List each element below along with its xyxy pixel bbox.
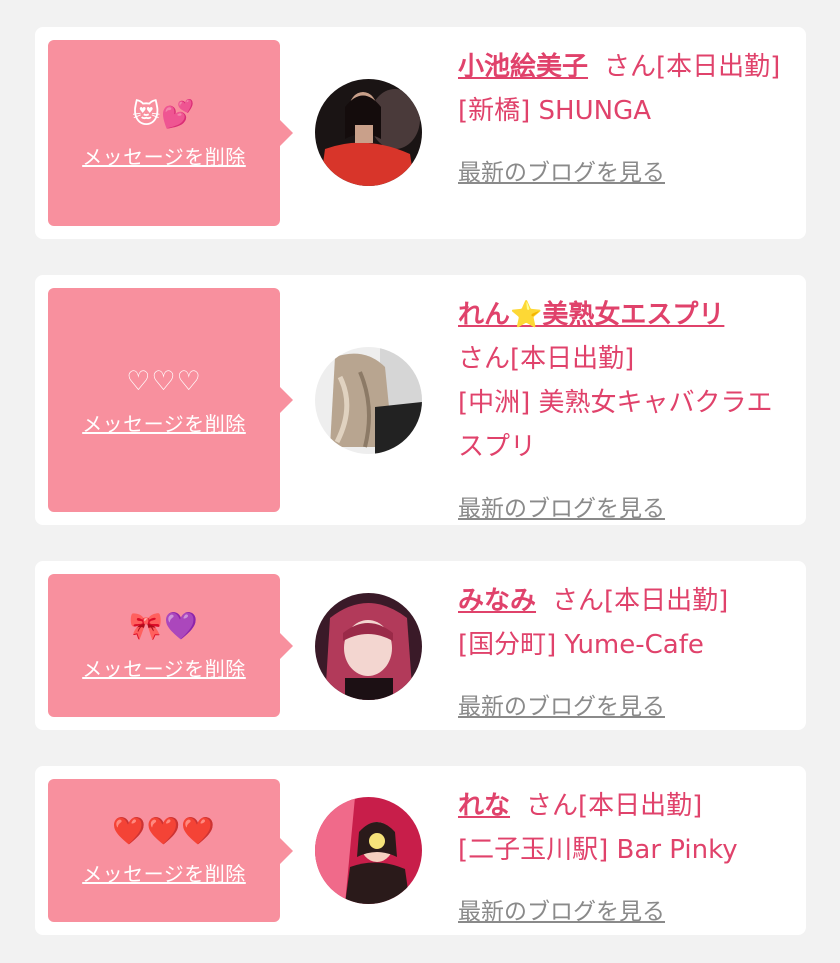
delete-message-link[interactable]: メッセージを削除: [82, 141, 246, 170]
message-bubble: ❤️❤️❤️ メッセージを削除: [48, 779, 293, 922]
avatar[interactable]: [315, 593, 422, 700]
avatar-image: [315, 593, 422, 700]
message-card: 🎀💜 メッセージを削除 みなみ さん[本日出勤] [国分町] Yume-Cafe …: [35, 561, 806, 730]
avatar-image: [315, 347, 422, 454]
store-name: [国分町] Yume-Cafe: [458, 630, 704, 660]
cast-name-link[interactable]: みなみ: [458, 586, 536, 616]
latest-blog-link[interactable]: 最新のブログを見る: [458, 151, 788, 195]
cast-info: みなみ さん[本日出勤] [国分町] Yume-Cafe 最新のブログを見る: [458, 579, 788, 729]
message-text: 🎀💜: [129, 611, 199, 642]
cast-info: 小池絵美子 さん[本日出勤] [新橋] SHUNGA 最新のブログを見る: [458, 45, 788, 195]
cast-name-link[interactable]: れな: [458, 791, 510, 821]
attendance-status: さん[本日出勤]: [604, 52, 781, 82]
message-bubble: 😻💕 メッセージを削除: [48, 40, 293, 226]
message-text: ❤️❤️❤️: [112, 816, 216, 847]
store-name: [中洲] 美熟女キャバクラエスプリ: [458, 388, 773, 462]
delete-message-link[interactable]: メッセージを削除: [82, 408, 246, 437]
latest-blog-link[interactable]: 最新のブログを見る: [458, 685, 788, 729]
avatar-image: [315, 79, 422, 186]
message-bubble: ♡♡♡ メッセージを削除: [48, 288, 293, 512]
attendance-status: さん[本日出勤]: [526, 791, 703, 821]
cast-info: れん⭐️美熟女エスプリ さん[本日出勤] [中洲] 美熟女キャバクラエスプリ 最…: [458, 293, 788, 531]
delete-message-link[interactable]: メッセージを削除: [82, 858, 246, 887]
delete-message-link[interactable]: メッセージを削除: [82, 653, 246, 682]
cast-name-link[interactable]: 小池絵美子: [458, 52, 588, 82]
avatar-image: [315, 797, 422, 904]
cast-info: れな さん[本日出勤] [二子玉川駅] Bar Pinky 最新のブログを見る: [458, 784, 788, 934]
cast-name-link[interactable]: れん⭐️美熟女エスプリ: [458, 300, 724, 330]
attendance-status: さん[本日出勤]: [458, 344, 635, 374]
latest-blog-link[interactable]: 最新のブログを見る: [458, 487, 788, 531]
avatar[interactable]: [315, 797, 422, 904]
message-card: ♡♡♡ メッセージを削除 れん⭐️美熟女エスプリ さん[本日出勤] [中洲] 美…: [35, 275, 806, 525]
avatar[interactable]: [315, 347, 422, 454]
message-card: ❤️❤️❤️ メッセージを削除 れな さん[本日出勤] [二子玉川駅] Bar P…: [35, 766, 806, 935]
message-bubble: 🎀💜 メッセージを削除: [48, 574, 293, 717]
message-text: ♡♡♡: [126, 365, 202, 397]
store-name: [新橋] SHUNGA: [458, 96, 652, 126]
attendance-status: さん[本日出勤]: [552, 586, 729, 616]
latest-blog-link[interactable]: 最新のブログを見る: [458, 890, 788, 934]
store-name: [二子玉川駅] Bar Pinky: [458, 835, 738, 865]
avatar[interactable]: [315, 79, 422, 186]
message-list: 😻💕 メッセージを削除 小池絵美子 さん[本日出勤] [新橋] SHUNGA 最新…: [0, 0, 840, 963]
message-text: 😻💕: [132, 98, 196, 130]
message-card: 😻💕 メッセージを削除 小池絵美子 さん[本日出勤] [新橋] SHUNGA 最新…: [35, 27, 806, 239]
